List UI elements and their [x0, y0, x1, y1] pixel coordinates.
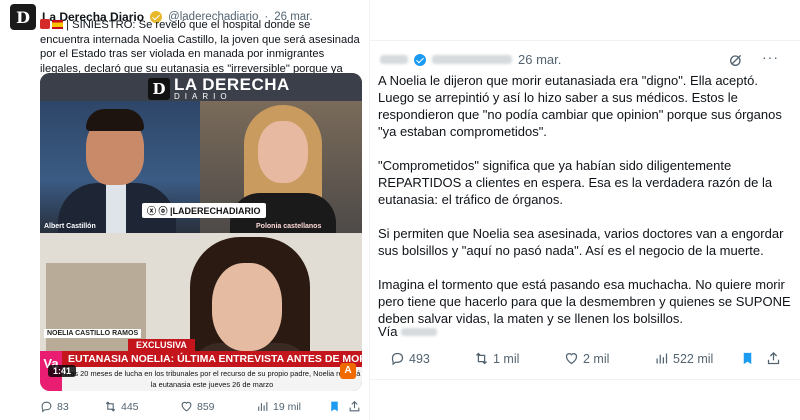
reply-button[interactable]: 493 — [390, 351, 474, 366]
reply-button[interactable]: 83 — [40, 400, 104, 413]
via-source-redacted — [401, 328, 438, 336]
repost-icon — [105, 401, 116, 412]
share-button[interactable] — [348, 400, 361, 413]
share-icon — [767, 351, 780, 365]
bookmark-icon — [743, 352, 752, 365]
sos-icon — [40, 19, 50, 29]
views-icon — [258, 402, 268, 411]
post-text: A Noelia le dijeron que morir eutanasiad… — [378, 72, 793, 344]
avatar-letter: D — [16, 7, 30, 27]
news-subline: Tras 20 meses de lucha en los tribunales… — [62, 367, 362, 391]
bookmark-icon — [331, 401, 338, 412]
exclusive-badge: EXCLUSIVA — [128, 339, 195, 351]
flag-icons — [40, 18, 63, 33]
left-post: D La Derecha Diario @laderechadiario · 2… — [0, 0, 370, 420]
like-icon — [181, 401, 192, 412]
right-post: 26 mar. ··· A Noelia le dijeron que mori… — [370, 0, 800, 420]
paragraph: A Noelia le dijeron que morir eutanasiad… — [378, 73, 782, 139]
via-line: Vía — [378, 324, 438, 339]
channel-mark: A — [340, 363, 356, 379]
reply-icon — [391, 352, 404, 366]
reply-count: 83 — [57, 400, 69, 413]
repost-icon — [476, 352, 487, 365]
verified-icon — [414, 53, 426, 66]
grok-icon[interactable] — [728, 52, 744, 68]
brand-title: LA DERECHA — [174, 75, 290, 94]
social-handle-tag: ⓧ ⓞ |LADERECHADIARIO — [142, 203, 266, 218]
video-top-frame: D LA DERECHA DIARIO ⓧ ⓞ |LADERECHADIARIO… — [40, 73, 362, 233]
video-bottom-frame: NOELIA CASTILLO RAMOS EXCLUSIVA Va EUTAN… — [40, 233, 362, 391]
right-post-card: 26 mar. ··· A Noelia le dijeron que mori… — [370, 40, 800, 380]
video-player[interactable]: D LA DERECHA DIARIO ⓧ ⓞ |LADERECHADIARIO… — [40, 73, 362, 391]
paragraph: Imagina el tormento que está pasando esa… — [378, 277, 791, 326]
repost-count: 445 — [121, 400, 139, 413]
reply-count: 493 — [409, 351, 430, 366]
brand-logo: D LA DERECHA DIARIO — [148, 75, 290, 101]
news-headline: EUTANASIA NOELIA: ÚLTIMA ENTREVISTA ANTE… — [62, 351, 362, 367]
left-action-bar: 83 445 859 19 mil — [40, 400, 362, 413]
author-handle-redacted — [432, 55, 512, 64]
views-button[interactable]: 522 mil — [654, 351, 740, 366]
brand-logo-mark: D — [148, 78, 170, 100]
person-left-label: Albert Castillón — [44, 223, 96, 230]
paragraph: "Comprometidos" significa que ya habían … — [378, 158, 773, 207]
like-count: 2 mil — [583, 351, 610, 366]
spain-flag-icon — [52, 20, 63, 29]
views-button[interactable]: 19 mil — [256, 400, 328, 413]
brand-subtitle: DIARIO — [174, 92, 232, 101]
person-right-label: Polonia castellanos — [256, 223, 322, 230]
views-count: 19 mil — [273, 400, 302, 413]
share-button[interactable] — [766, 351, 781, 366]
more-icon[interactable]: ··· — [762, 49, 779, 65]
like-icon — [565, 353, 578, 365]
share-icon — [349, 400, 360, 412]
post-time[interactable]: 26 mar. — [518, 52, 561, 67]
repost-count: 1 mil — [493, 351, 520, 366]
repost-button[interactable]: 1 mil — [474, 351, 564, 366]
views-icon — [656, 353, 668, 364]
right-action-bar: 493 1 mil 2 mil 522 mil — [390, 351, 790, 366]
right-post-header: 26 mar. — [380, 52, 561, 67]
bookmark-button[interactable] — [740, 351, 766, 366]
video-timecode[interactable]: 1:41 — [48, 365, 77, 377]
views-count: 522 mil — [673, 351, 714, 366]
like-button[interactable]: 2 mil — [564, 351, 654, 366]
paragraph: Si permiten que Noelia sea asesinada, va… — [378, 226, 784, 258]
like-count: 859 — [197, 400, 215, 413]
reply-icon — [41, 401, 52, 413]
like-button[interactable]: 859 — [180, 400, 256, 413]
author-name-redacted — [380, 55, 408, 64]
avatar[interactable]: D — [10, 4, 36, 30]
via-label: Vía — [378, 324, 398, 339]
repost-button[interactable]: 445 — [104, 400, 180, 413]
guest-name-tag: NOELIA CASTILLO RAMOS — [44, 329, 142, 338]
bookmark-button[interactable] — [328, 400, 348, 413]
